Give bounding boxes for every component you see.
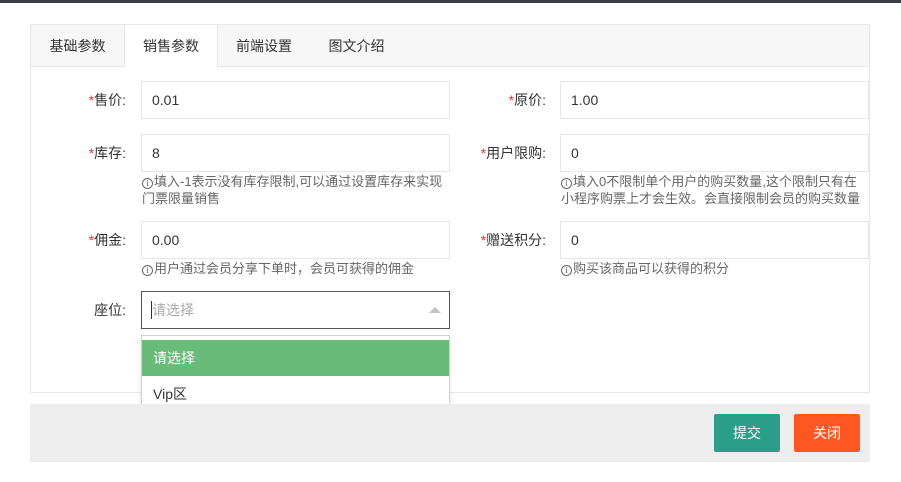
close-button[interactable]: 关闭 bbox=[794, 414, 860, 452]
commission-label: *佣金: bbox=[88, 232, 126, 248]
tab-rich-text-intro[interactable]: 图文介绍 bbox=[310, 25, 403, 67]
info-icon: i bbox=[561, 265, 572, 276]
info-icon: i bbox=[142, 178, 153, 189]
top-bar bbox=[0, 0, 901, 3]
stock-label: *库存: bbox=[88, 145, 126, 161]
submit-button[interactable]: 提交 bbox=[714, 414, 780, 452]
info-icon: i bbox=[561, 178, 572, 189]
user-limit-help: i 填入0不限制单个用户的购买数量,这个限制只有在 小程序购票上才会生效。会直接限… bbox=[561, 174, 861, 206]
commission-input[interactable]: 0.00 bbox=[141, 221, 450, 259]
original-price-label: *原价: bbox=[508, 92, 546, 108]
price-input[interactable]: 0.01 bbox=[141, 81, 450, 119]
tab-frontend-settings[interactable]: 前端设置 bbox=[218, 25, 310, 67]
commission-help: i 用户通过会员分享下单时，会员可获得的佣金 bbox=[142, 260, 452, 277]
bonus-points-help: i 购买该商品可以获得的积分 bbox=[561, 260, 871, 277]
text-cursor bbox=[151, 301, 152, 319]
stock-help: i 填入-1表示没有库存限制,可以通过设置库存来实现 门票限量销售 bbox=[142, 174, 443, 206]
tab-basic-params[interactable]: 基础参数 bbox=[31, 25, 124, 67]
seat-option-placeholder[interactable]: 请选择 bbox=[142, 340, 449, 376]
tab-sales-params[interactable]: 销售参数 bbox=[124, 25, 218, 68]
tab-bar: 基础参数 销售参数 前端设置 图文介绍 bbox=[31, 25, 869, 68]
price-label: *售价: bbox=[88, 92, 126, 108]
bonus-points-input[interactable]: 0 bbox=[560, 221, 869, 259]
chevron-up-icon[interactable] bbox=[429, 307, 441, 313]
stock-input[interactable]: 8 bbox=[141, 134, 450, 172]
user-limit-label: *用户限购: bbox=[480, 145, 546, 161]
original-price-input[interactable]: 1.00 bbox=[560, 81, 869, 119]
user-limit-input[interactable]: 0 bbox=[560, 134, 869, 172]
info-icon: i bbox=[142, 265, 153, 276]
bonus-points-label: *赠送积分: bbox=[480, 232, 546, 248]
seat-label: 座位: bbox=[94, 302, 126, 318]
seat-select[interactable]: 请选择 bbox=[141, 291, 450, 329]
